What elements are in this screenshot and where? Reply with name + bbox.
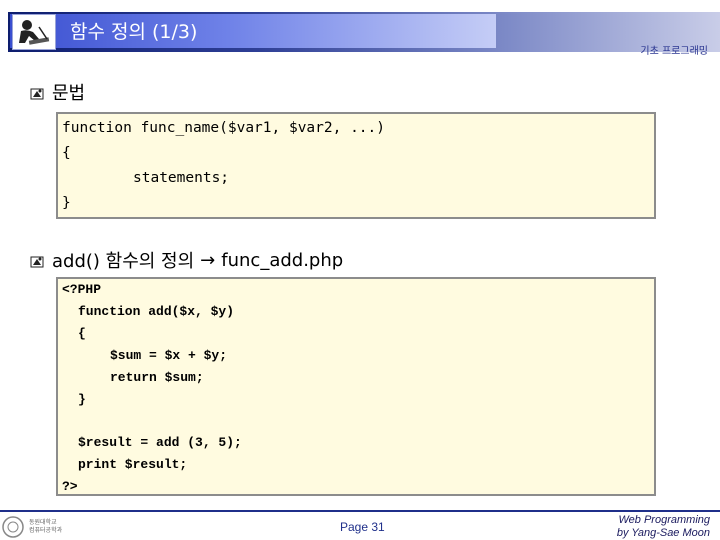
code-line: statements; [133, 170, 230, 186]
code-line: ?> [62, 479, 78, 494]
page-number: Page 31 [340, 520, 385, 534]
university-logo: 동원대학교 컴퓨터공학과 [0, 514, 72, 540]
code-line: print $result; [78, 457, 188, 472]
code-line: } [78, 392, 86, 407]
bullet-add-prefix: add() 함수의 정의 [52, 251, 195, 272]
seal-icon [2, 516, 24, 538]
right-arrow-icon: → [200, 249, 216, 271]
example-code-box: <?PHP function add($x, $y) { $sum = $x +… [56, 277, 656, 496]
course-name: 기초 프로그래밍 [640, 46, 708, 57]
logo-line2: 컴퓨터공학과 [29, 527, 63, 534]
footer-divider [0, 510, 720, 512]
bullet-syntax: 문법 [30, 79, 85, 105]
code-line: function add($x, $y) [78, 304, 235, 319]
code-line: return $sum; [110, 370, 204, 385]
footer-credit: Web Programming by Yang-Sae Moon [617, 514, 710, 540]
code-line: { [78, 326, 86, 341]
logo-line1: 동원대학교 [29, 519, 57, 526]
code-line: $sum = $x + $y; [110, 348, 228, 363]
code-line: function func_name($var1, $var2, ...) [62, 120, 386, 136]
code-line: <?PHP [62, 282, 102, 297]
code-line: } [62, 195, 71, 211]
credit-line2: by Yang-Sae Moon [616, 527, 710, 539]
bullet-syntax-text: 문법 [52, 83, 86, 104]
slide-title: 함수 정의 (1/3) [70, 21, 198, 43]
credit-line1: Web Programming [618, 514, 711, 526]
filename-text: func_add.php [221, 249, 344, 271]
bullet-add-definition: add() 함수의 정의 → func_add.php [30, 247, 343, 273]
code-line: $result = add (3, 5); [78, 435, 242, 450]
writing-person-icon [12, 14, 56, 50]
syntax-code-box: function func_name($var1, $var2, ...) { … [56, 112, 656, 219]
bullet-icon [30, 85, 44, 100]
code-line: { [62, 145, 71, 161]
bullet-icon [30, 253, 44, 268]
